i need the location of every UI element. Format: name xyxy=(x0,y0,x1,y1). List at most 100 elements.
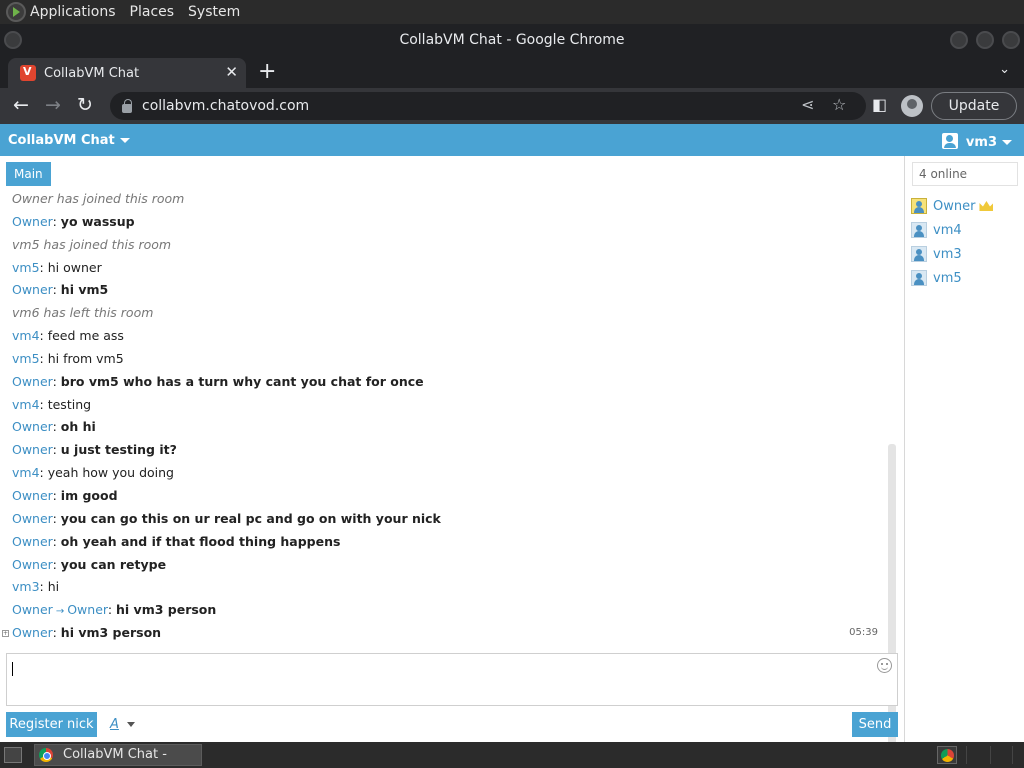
message-nick[interactable]: vm3 xyxy=(12,579,40,594)
tray-divider xyxy=(1012,746,1013,764)
back-icon[interactable]: ← xyxy=(13,94,29,116)
message-nick[interactable]: Owner xyxy=(12,602,53,617)
register-nick-button[interactable]: Register nick xyxy=(6,712,97,737)
chat-message: vm3: hi xyxy=(12,576,882,599)
tray-divider xyxy=(966,746,967,764)
system-menu[interactable]: System xyxy=(188,4,240,20)
gnome-logo-icon[interactable] xyxy=(6,2,26,22)
chat-message: Owner: bro vm5 who has a turn why cant y… xyxy=(12,371,882,394)
nick-separator: : xyxy=(39,350,48,366)
side-panel-icon[interactable]: ◧ xyxy=(872,95,887,114)
user-list-item[interactable]: Owner xyxy=(911,194,994,218)
message-text: feed me ass xyxy=(47,328,124,344)
close-tab-icon[interactable]: ✕ xyxy=(225,63,238,81)
user-name[interactable]: Owner xyxy=(933,199,975,214)
profile-avatar-icon[interactable] xyxy=(901,95,923,117)
tab-main-room[interactable]: Main xyxy=(6,162,51,186)
new-tab-button[interactable]: + xyxy=(258,59,276,84)
message-nick[interactable]: Owner xyxy=(12,419,53,434)
message-nick[interactable]: Owner xyxy=(12,214,53,229)
message-nick[interactable]: vm4 xyxy=(12,397,40,412)
message-text: hi owner xyxy=(47,259,102,275)
user-icon xyxy=(911,246,927,262)
message-nick[interactable]: vm4 xyxy=(12,328,40,343)
font-style-button[interactable]: A xyxy=(110,717,135,732)
user-name[interactable]: vm3 xyxy=(933,247,962,262)
message-text: hi vm3 person xyxy=(60,625,162,641)
crown-icon xyxy=(979,201,994,211)
tray-chrome-icon[interactable] xyxy=(937,746,957,764)
show-desktop-icon[interactable] xyxy=(4,747,22,763)
user-name[interactable]: vm4 xyxy=(933,223,962,238)
message-text: hi vm3 person xyxy=(116,602,217,618)
user-icon xyxy=(911,222,927,238)
tab-collabvm-chat[interactable]: CollabVM Chat ✕ xyxy=(8,58,246,88)
message-nick[interactable]: Owner xyxy=(12,625,53,640)
lock-icon[interactable] xyxy=(122,98,132,113)
chat-message: Owner: oh hi xyxy=(12,416,882,439)
message-text: you can go this on ur real pc and go on … xyxy=(60,510,441,526)
address-bar[interactable]: collabvm.chatovod.com ⋖ ☆ xyxy=(110,92,866,120)
url-text[interactable]: collabvm.chatovod.com xyxy=(142,98,309,114)
close-window-icon[interactable] xyxy=(1002,31,1020,49)
message-nick[interactable]: vm5 xyxy=(12,260,40,275)
nick-separator: : xyxy=(52,373,61,389)
tab-title: CollabVM Chat xyxy=(44,65,140,81)
user-name[interactable]: vm5 xyxy=(933,271,962,286)
message-text: im good xyxy=(60,487,118,503)
nick-separator: : xyxy=(52,533,61,549)
forward-icon[interactable]: → xyxy=(45,94,61,116)
taskbar-item-chrome[interactable]: CollabVM Chat - Go... xyxy=(34,744,202,768)
brand-menu[interactable]: CollabVM Chat xyxy=(8,133,130,148)
message-nick[interactable]: vm4 xyxy=(12,465,40,480)
message-text: yo wassup xyxy=(60,213,135,229)
message-nick[interactable]: Owner xyxy=(12,557,53,572)
chevron-down-icon xyxy=(119,138,130,143)
browser-toolbar: ← → ↻ collabvm.chatovod.com ⋖ ☆ ◧ Update xyxy=(0,88,1024,124)
chat-message: + Owner: hi vm3 person 05:39 xyxy=(2,622,882,645)
online-count: 4 online xyxy=(912,162,1018,186)
maximize-icon[interactable] xyxy=(976,31,994,49)
brand-label: CollabVM Chat xyxy=(8,133,115,148)
user-menu[interactable]: vm3 xyxy=(941,133,1012,150)
chevron-down-icon xyxy=(126,722,135,727)
nick-separator: : xyxy=(39,328,48,344)
bookmark-star-icon[interactable]: ☆ xyxy=(832,95,846,114)
tab-search-icon[interactable]: ⌄ xyxy=(999,62,1010,77)
chat-message: Owner: u just testing it? xyxy=(12,439,882,462)
minimize-icon[interactable] xyxy=(950,31,968,49)
chat-message: vm5: hi owner xyxy=(12,257,882,280)
share-icon[interactable]: ⋖ xyxy=(801,95,814,114)
nick-separator: : xyxy=(39,396,48,412)
message-nick[interactable]: Owner xyxy=(12,282,53,297)
reload-icon[interactable]: ↻ xyxy=(77,94,93,116)
message-nick[interactable]: vm5 xyxy=(12,351,40,366)
smiley-icon[interactable] xyxy=(877,658,892,673)
current-user-label: vm3 xyxy=(965,135,997,150)
message-nick[interactable]: Owner xyxy=(12,442,53,457)
user-list-item[interactable]: vm5 xyxy=(911,266,993,290)
chat-message: Owner: you can go this on ur real pc and… xyxy=(12,508,882,531)
chat-message: Owner: you can retype xyxy=(12,554,882,577)
message-nick[interactable]: Owner xyxy=(12,511,53,526)
update-button[interactable]: Update xyxy=(931,92,1017,120)
message-nick[interactable]: Owner xyxy=(12,534,53,549)
message-nick[interactable]: Owner xyxy=(12,374,53,389)
message-text: hi vm5 xyxy=(60,282,109,298)
nick-separator: : xyxy=(52,282,61,298)
send-button[interactable]: Send xyxy=(852,712,898,737)
message-text: vm5 has joined this room xyxy=(12,236,172,252)
expand-icon[interactable]: + xyxy=(2,630,9,638)
message-nick[interactable]: Owner xyxy=(12,488,53,503)
message-recipient[interactable]: Owner xyxy=(67,602,108,617)
applications-menu[interactable]: Applications xyxy=(30,4,116,20)
user-list: Owner vm4 vm3 vm5 xyxy=(911,194,994,290)
places-menu[interactable]: Places xyxy=(130,4,175,20)
user-list-item[interactable]: vm3 xyxy=(911,242,993,266)
message-text: oh hi xyxy=(60,419,96,435)
message-input[interactable] xyxy=(6,653,898,706)
message-text: Owner has joined this room xyxy=(12,191,185,206)
user-list-item[interactable]: vm4 xyxy=(911,218,993,242)
message-text: you can retype xyxy=(60,556,167,572)
site-header: CollabVM Chat vm3 xyxy=(0,124,1024,156)
